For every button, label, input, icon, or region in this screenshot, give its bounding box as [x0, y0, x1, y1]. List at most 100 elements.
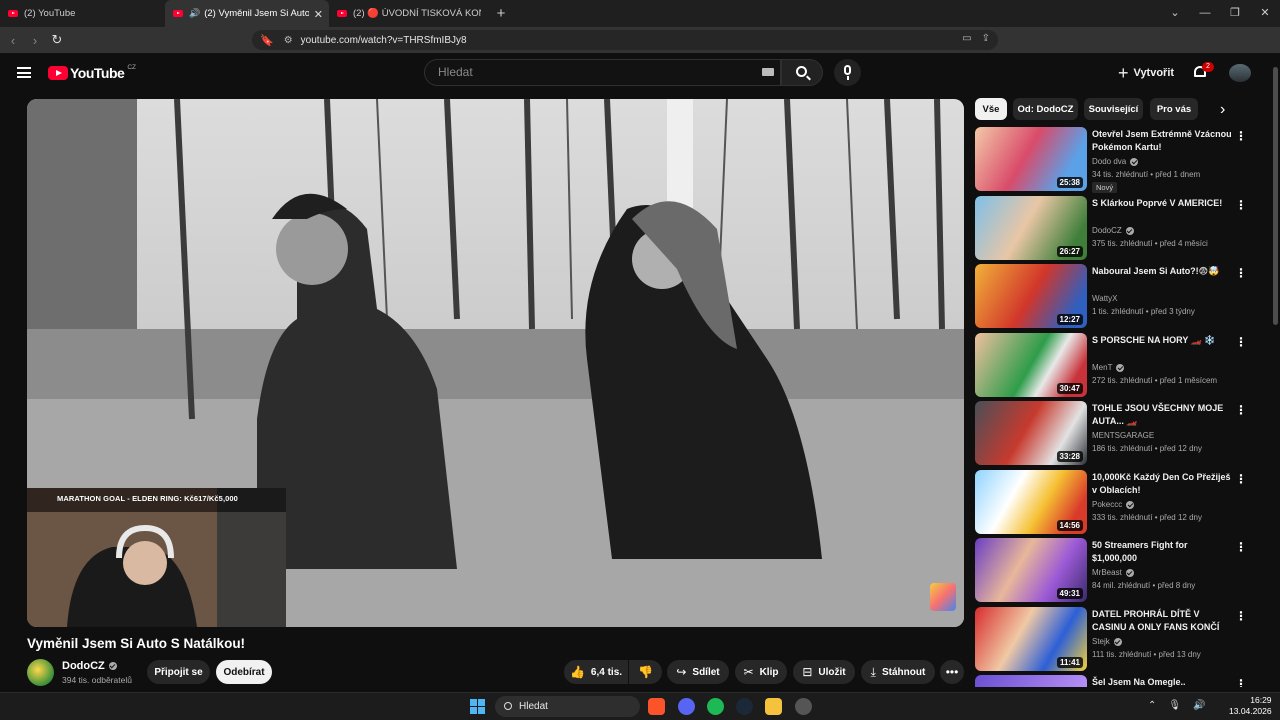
recommended-video[interactable]: 26:27 S Klárkou Poprvé V AMERICE! DodoCZ 37… — [975, 196, 1265, 260]
create-button[interactable]: + Vytvořit — [1118, 63, 1174, 83]
recommended-video[interactable]: 30:47 S PORSCHE NA HORY 🏎️ ❄️ MenT 272 tis.… — [975, 333, 1265, 397]
like-button[interactable]: 👍 6,4 tis. — [564, 660, 628, 684]
subscribe-button[interactable]: Odebírat — [216, 660, 272, 684]
video-thumbnail[interactable] — [975, 675, 1087, 687]
streamer-webcam-overlay: MARATHON GOAL - ELDEN RING: Kč617/Kč5,00… — [27, 488, 286, 627]
channel-avatar[interactable] — [27, 659, 54, 686]
recommended-channel[interactable]: Dodo dva — [1092, 157, 1139, 166]
video-thumbnail[interactable]: 30:47 — [975, 333, 1087, 397]
tab-search-chevron-icon[interactable]: ⌄ — [1160, 0, 1190, 27]
verified-icon — [1126, 500, 1135, 509]
recommended-video[interactable]: 12:27 Naboural Jsem Si Auto?!😨🤯 WattyX 1 ti… — [975, 264, 1265, 328]
page-scrollbar[interactable] — [1270, 53, 1280, 692]
clip-button[interactable]: ✂ Klip — [735, 660, 787, 684]
voice-search-button[interactable] — [834, 59, 861, 86]
notifications-button[interactable]: 2 — [1193, 62, 1214, 79]
chips-next-chevron-icon[interactable]: › — [1220, 101, 1225, 119]
download-icon: ⤓ — [870, 664, 876, 679]
recommended-channel[interactable]: MrBeast — [1092, 568, 1134, 577]
back-button[interactable]: ‹ — [2, 33, 24, 48]
system-tray: ⌃ 🎙 🔊 — [1148, 700, 1206, 711]
more-vertical-icon[interactable]: ⋮ — [1235, 335, 1247, 349]
video-thumbnail[interactable]: 26:27 — [975, 196, 1087, 260]
more-vertical-icon[interactable]: ⋮ — [1235, 403, 1247, 417]
share-page-icon[interactable]: ⇪ — [982, 33, 990, 44]
recommended-meta: 333 tis. zhlédnutí • před 12 dny — [1092, 513, 1202, 522]
url-field[interactable]: 🔖 ⚙ youtube.com/watch?v=THRSfmIBJy8 ▭ ⇪ — [252, 30, 998, 50]
close-window-button[interactable]: ✕ — [1250, 0, 1280, 27]
recommended-channel[interactable]: Pokeccc — [1092, 500, 1135, 509]
video-thumbnail[interactable]: 11:41 — [975, 607, 1087, 671]
video-thumbnail[interactable]: 14:56 — [975, 470, 1087, 534]
more-vertical-icon[interactable]: ⋮ — [1235, 266, 1247, 280]
download-button[interactable]: ⤓ Stáhnout — [861, 660, 935, 684]
search-button[interactable] — [781, 59, 823, 86]
file-explorer-icon[interactable] — [765, 698, 782, 715]
recommended-video[interactable]: Šel Jsem Na Omegle.. ⋮ — [975, 675, 1265, 687]
more-vertical-icon[interactable]: ⋮ — [1235, 677, 1247, 687]
recommended-channel[interactable]: DodoCZ — [1092, 226, 1134, 235]
volume-icon[interactable]: 🔊 — [1193, 700, 1205, 711]
reload-button[interactable]: ↻ — [46, 32, 68, 48]
join-button[interactable]: Připojit se — [147, 660, 210, 684]
recommended-video[interactable]: 33:28 TOHLE JSOU VŠECHNY MOJE AUTA... 🏎️ M… — [975, 401, 1265, 465]
more-vertical-icon[interactable]: ⋮ — [1235, 609, 1247, 623]
minimize-button[interactable]: — — [1190, 0, 1220, 27]
save-button[interactable]: ⊟ Uložit — [793, 660, 855, 684]
browser-tab-youtube[interactable]: (2) YouTube — [0, 0, 165, 27]
recommended-video[interactable]: 25:38 Otevřel Jsem Extrémně Vzácnou Pokém… — [975, 127, 1265, 193]
recommended-channel[interactable]: MenT — [1092, 363, 1125, 372]
more-vertical-icon[interactable]: ⋮ — [1235, 129, 1247, 143]
dislike-button[interactable]: 👎 — [629, 660, 662, 684]
recommended-video[interactable]: 49:31 50 Streamers Fight for $1,000,000 Mr… — [975, 538, 1265, 602]
cast-icon[interactable]: ▭ — [962, 33, 971, 44]
video-thumbnail[interactable]: 33:28 — [975, 401, 1087, 465]
youtube-logo[interactable]: YouTube CZ — [48, 64, 136, 81]
recommended-channel[interactable]: WattyX — [1092, 294, 1117, 303]
chip-from-channel[interactable]: Od: DodoCZ — [1013, 98, 1078, 120]
bookmark-icon[interactable]: 🔖 — [260, 34, 274, 47]
create-label: Vytvořit — [1133, 67, 1175, 79]
forward-button[interactable]: › — [24, 33, 46, 48]
more-vertical-icon[interactable]: ⋮ — [1235, 540, 1247, 554]
microphone-tray-icon[interactable]: 🎙 — [1168, 700, 1181, 711]
guide-menu-icon[interactable] — [17, 67, 31, 78]
video-thumbnail[interactable]: 12:27 — [975, 264, 1087, 328]
spotify-app-icon[interactable] — [707, 698, 724, 715]
tray-overflow-chevron-icon[interactable]: ⌃ — [1148, 700, 1156, 711]
more-vertical-icon[interactable]: ⋮ — [1235, 198, 1247, 212]
browser-tab-live[interactable]: (2) 🔴 ÚVODNÍ TISKOVÁ KONFERENCE — [329, 0, 489, 27]
share-button[interactable]: ↪ Sdílet — [667, 660, 729, 684]
channel-name[interactable]: DodoCZ — [62, 660, 117, 672]
search-input[interactable]: Hledat — [424, 59, 781, 86]
windows-start-icon[interactable] — [470, 699, 485, 714]
keyboard-icon[interactable] — [762, 68, 774, 76]
system-clock[interactable]: 16:29 13.04.2026 — [1229, 695, 1272, 717]
speaker-icon[interactable]: 🔊 — [189, 8, 200, 19]
video-thumbnail[interactable]: 25:38 — [975, 127, 1087, 191]
video-thumbnail[interactable]: 49:31 — [975, 538, 1087, 602]
browser-tab-active-video[interactable]: 🔊 (2) Vyměnil Jsem Si Auto S Natálkou! ✕ — [165, 0, 329, 27]
more-vertical-icon[interactable]: ⋮ — [1235, 472, 1247, 486]
more-actions-button[interactable]: ••• — [940, 660, 964, 684]
brave-app-icon[interactable] — [648, 698, 665, 715]
channel-watermark-icon[interactable] — [930, 583, 956, 611]
site-info-icon[interactable]: ⚙ — [284, 35, 293, 46]
steam-app-icon[interactable] — [736, 698, 753, 715]
chip-all[interactable]: Vše — [975, 98, 1007, 120]
close-tab-icon[interactable]: ✕ — [314, 8, 323, 21]
video-player[interactable]: MARATHON GOAL - ELDEN RING: Kč617/Kč5,00… — [27, 99, 964, 627]
maximize-button[interactable]: ❐ — [1220, 0, 1250, 27]
new-tab-button[interactable]: + — [489, 0, 513, 27]
discord-app-icon[interactable] — [678, 698, 695, 715]
recommended-video[interactable]: 11:41 DATEL PROHRÁL DÍTĚ V CASINU A ONLY … — [975, 607, 1265, 671]
chip-for-you[interactable]: Pro vás — [1150, 98, 1198, 120]
taskbar-search[interactable]: Hledat — [495, 696, 640, 717]
recommended-video[interactable]: 14:56 10,000Kč Každý Den Co Přežiješ v Ob… — [975, 470, 1265, 534]
chip-related[interactable]: Související — [1084, 98, 1143, 120]
scrollbar-thumb[interactable] — [1273, 67, 1278, 325]
app-icon[interactable] — [795, 698, 812, 715]
recommended-channel[interactable]: MENTSGARAGE — [1092, 431, 1154, 440]
account-avatar[interactable] — [1229, 64, 1251, 82]
recommended-channel[interactable]: Stejk — [1092, 637, 1122, 646]
